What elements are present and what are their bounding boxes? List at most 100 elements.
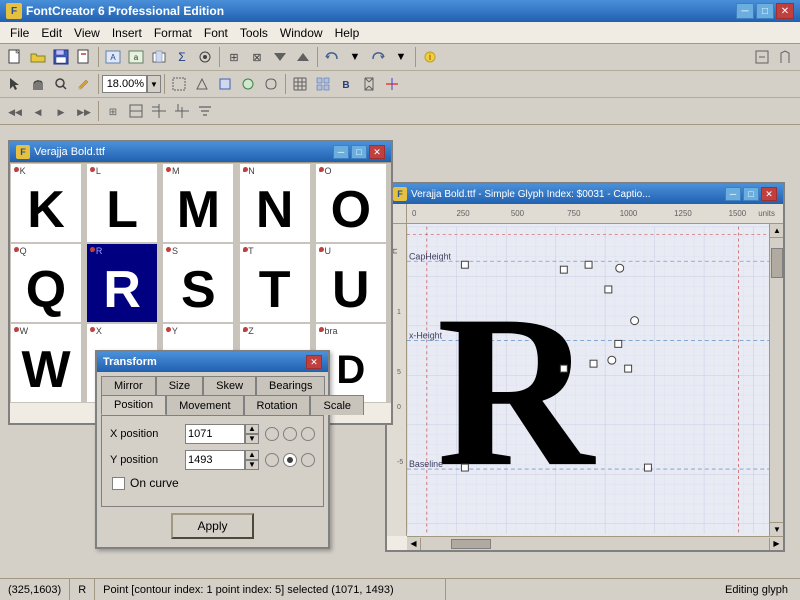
tb-tool-4[interactable]	[237, 73, 259, 95]
tb-r3-8[interactable]	[171, 100, 193, 122]
glyph-cell-s[interactable]: • SS	[162, 243, 234, 323]
tb-btn-11[interactable]: i	[419, 46, 441, 68]
undo-button[interactable]	[321, 46, 343, 68]
menu-help[interactable]: Help	[329, 24, 366, 42]
menu-format[interactable]: Format	[148, 24, 198, 42]
tb-r3-1[interactable]: ◀◀	[4, 100, 26, 122]
tb-btn-4[interactable]	[148, 46, 170, 68]
undo-dropdown[interactable]: ▼	[344, 46, 366, 68]
scroll-track-v[interactable]	[770, 238, 783, 522]
menu-font[interactable]: Font	[198, 24, 234, 42]
save-button[interactable]	[50, 46, 72, 68]
font-window-close[interactable]: ✕	[369, 145, 385, 159]
tb-btn-3[interactable]: a	[125, 46, 147, 68]
glyph-cell-n[interactable]: • NN	[239, 163, 311, 243]
tb-edit-1[interactable]	[751, 46, 773, 68]
tb-btn-5[interactable]: Σ	[171, 46, 193, 68]
zoom-input[interactable]	[102, 75, 147, 93]
tb-btn-10[interactable]	[292, 46, 314, 68]
glyph-editor-minimize[interactable]: ─	[725, 187, 741, 201]
glyph-cell-k[interactable]: • KK	[10, 163, 82, 243]
font-window-maximize[interactable]: □	[351, 145, 367, 159]
x-radio-1[interactable]	[265, 427, 279, 441]
scrollbar-v[interactable]: ▲ ▼	[769, 224, 783, 536]
glyph-cell-l[interactable]: • LL	[86, 163, 158, 243]
tab-skew[interactable]: Skew	[203, 376, 256, 395]
glyph-cell-m[interactable]: • MM	[162, 163, 234, 243]
y-radio-1[interactable]	[265, 453, 279, 467]
tab-scale[interactable]: Scale	[310, 395, 364, 415]
tab-bearings[interactable]: Bearings	[256, 376, 325, 395]
tab-position[interactable]: Position	[101, 395, 166, 415]
zoom-tool[interactable]	[50, 73, 72, 95]
select-tool[interactable]	[4, 73, 26, 95]
tb-tool-3[interactable]	[214, 73, 236, 95]
transform-close-btn[interactable]: ✕	[306, 355, 322, 369]
glyph-cell-r[interactable]: • RR	[86, 243, 158, 323]
y-position-input[interactable]	[185, 450, 245, 470]
tab-movement[interactable]: Movement	[166, 395, 243, 415]
menu-tools[interactable]: Tools	[234, 24, 274, 42]
tb-grid-1[interactable]	[289, 73, 311, 95]
apply-button[interactable]: Apply	[171, 513, 253, 539]
minimize-button[interactable]: ─	[736, 3, 754, 19]
x-spin-up[interactable]: ▲	[245, 424, 259, 434]
pencil-tool[interactable]	[73, 73, 95, 95]
menu-view[interactable]: View	[68, 24, 106, 42]
y-radio-3[interactable]	[301, 453, 315, 467]
tb-r3-3[interactable]: ▶	[50, 100, 72, 122]
tb-tool-2[interactable]	[191, 73, 213, 95]
zoom-dropdown[interactable]: ▼	[147, 75, 161, 93]
glyph-editor-maximize[interactable]: □	[743, 187, 759, 201]
tb-btn-7[interactable]: ⊞	[223, 46, 245, 68]
font-window-minimize[interactable]: ─	[333, 145, 349, 159]
tb-r3-6[interactable]	[125, 100, 147, 122]
menu-file[interactable]: File	[4, 24, 35, 42]
new-button[interactable]	[4, 46, 26, 68]
scroll-track-h[interactable]	[421, 538, 769, 550]
close-file-button[interactable]	[73, 46, 95, 68]
tb-tool-1[interactable]	[168, 73, 190, 95]
y-spin-down[interactable]: ▼	[245, 460, 259, 470]
y-spin-up[interactable]: ▲	[245, 450, 259, 460]
tb-r3-4[interactable]: ▶▶	[73, 100, 95, 122]
tb-grid-4[interactable]	[358, 73, 380, 95]
redo-button[interactable]	[367, 46, 389, 68]
tab-size[interactable]: Size	[156, 376, 203, 395]
redo-dropdown[interactable]: ▼	[390, 46, 412, 68]
open-button[interactable]	[27, 46, 49, 68]
maximize-button[interactable]: □	[756, 3, 774, 19]
x-radio-3[interactable]	[301, 427, 315, 441]
tb-btn-8[interactable]: ⊠	[246, 46, 268, 68]
glyph-cell-o[interactable]: • OO	[315, 163, 387, 243]
scroll-thumb-h[interactable]	[451, 539, 491, 549]
scroll-left-btn[interactable]: ◀	[407, 538, 421, 550]
scroll-up-btn[interactable]: ▲	[770, 224, 783, 238]
glyph-cell-q[interactable]: • QQ	[10, 243, 82, 323]
tb-edit-2[interactable]	[774, 46, 796, 68]
scroll-right-btn[interactable]: ▶	[769, 538, 783, 550]
close-button[interactable]: ✕	[776, 3, 794, 19]
scrollbar-h[interactable]: ◀ ▶	[407, 536, 783, 550]
menu-insert[interactable]: Insert	[106, 24, 148, 42]
x-radio-2[interactable]	[283, 427, 297, 441]
y-radio-2[interactable]	[283, 453, 297, 467]
glyph-cell-u[interactable]: • UU	[315, 243, 387, 323]
tb-btn-9[interactable]	[269, 46, 291, 68]
menu-edit[interactable]: Edit	[35, 24, 68, 42]
on-curve-checkbox[interactable]	[112, 477, 125, 490]
tab-rotation[interactable]: Rotation	[244, 395, 311, 415]
tb-r3-7[interactable]	[148, 100, 170, 122]
glyph-cell-t[interactable]: • TT	[239, 243, 311, 323]
tb-grid-2[interactable]	[312, 73, 334, 95]
tb-btn-2[interactable]: A	[102, 46, 124, 68]
tb-grid-5[interactable]	[381, 73, 403, 95]
tb-tool-5[interactable]	[260, 73, 282, 95]
tb-grid-3[interactable]: B	[335, 73, 357, 95]
tb-r3-5[interactable]: ⊞	[102, 100, 124, 122]
hand-tool[interactable]	[27, 73, 49, 95]
tb-r3-9[interactable]	[194, 100, 216, 122]
tb-btn-6[interactable]	[194, 46, 216, 68]
scroll-thumb-v[interactable]	[771, 248, 783, 278]
menu-window[interactable]: Window	[274, 24, 329, 42]
